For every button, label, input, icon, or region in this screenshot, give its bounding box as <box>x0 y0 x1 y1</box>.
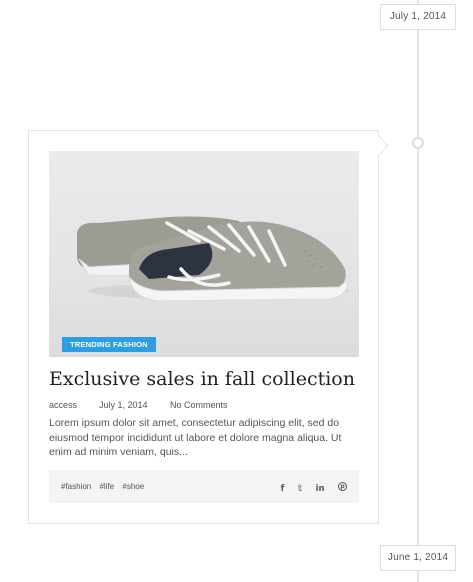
post-footer: #fashion #life #shoe f 𝕥 in p <box>49 470 359 503</box>
tag-link[interactable]: #fashion <box>61 482 91 491</box>
post-excerpt: Lorem ipsum dolor sit amet, consectetur … <box>49 417 342 458</box>
pinterest-icon[interactable]: p <box>338 482 347 492</box>
timeline-date-badge: July 1, 2014 <box>380 4 456 30</box>
category-badge[interactable]: TRENDING FASHION <box>62 337 156 352</box>
tag-link[interactable]: #shoe <box>122 482 144 491</box>
linkedin-icon[interactable]: in <box>316 473 325 506</box>
post-author-link[interactable]: access <box>49 400 99 410</box>
timeline-date-badge: June 1, 2014 <box>380 545 456 571</box>
facebook-icon[interactable]: f <box>281 473 285 506</box>
timeline-dot <box>412 137 424 149</box>
sneaker-illustration <box>77 216 349 302</box>
twitter-icon[interactable]: 𝕥 <box>298 473 302 506</box>
timeline-line <box>417 0 419 582</box>
post-title[interactable]: Exclusive sales in fall collection <box>49 368 355 390</box>
share-icons: f 𝕥 in p <box>272 470 347 506</box>
post-meta: access July 1, 2014 No Comments <box>49 400 228 410</box>
post-image[interactable] <box>49 151 359 357</box>
post-comments-link[interactable]: No Comments <box>170 400 228 410</box>
tag-list: #fashion #life #shoe <box>61 470 150 503</box>
tag-link[interactable]: #life <box>99 482 114 491</box>
post-date[interactable]: July 1, 2014 <box>99 400 170 410</box>
